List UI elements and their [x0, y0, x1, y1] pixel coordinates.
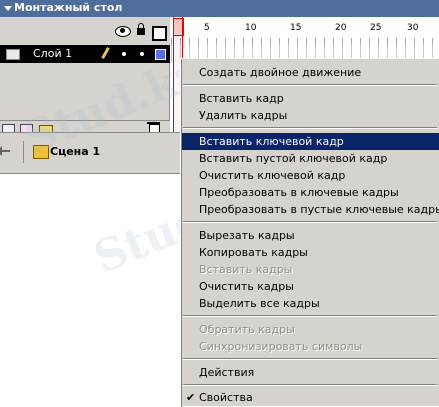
menu-item-insert-keyframe[interactable]: Вставить ключевой кадр [182, 133, 439, 150]
layer-header-row [0, 17, 170, 46]
timeline-title-bar[interactable]: Монтажный стол [0, 0, 439, 17]
menu-item-synchronize-symbols: Синхронизировать символы [199, 340, 363, 353]
menu-item-insert-frame[interactable]: Вставить кадр [182, 90, 439, 107]
scene-icon [33, 145, 49, 159]
menu-separator [183, 84, 437, 86]
layer-page-icon [6, 49, 20, 60]
menu-separator [183, 358, 437, 360]
menu-item-properties-label: Свойства [199, 391, 253, 404]
ruler-tick: 10 [245, 23, 257, 33]
ruler-tick: 15 [290, 23, 302, 33]
menu-item-remove-frames[interactable]: Удалить кадры [182, 107, 439, 124]
menu-item-convert-to-blank-keyframes[interactable]: Преобразовать в пустые ключевые кадры [182, 201, 439, 218]
visibility-dot-icon[interactable] [122, 52, 126, 56]
context-menu: Создать двойное движение Вставить кадр У… [180, 58, 439, 407]
eye-icon[interactable] [115, 26, 131, 37]
menu-item-create-motion-tween[interactable]: Создать двойное движение [182, 64, 439, 81]
menu-item-paste-frames: Вставить кадры [199, 263, 293, 276]
menu-item-actions[interactable]: Действия [182, 364, 439, 381]
menu-item-copy-frames[interactable]: Копировать кадры [182, 244, 439, 261]
layers-panel: Слой 1 [0, 17, 170, 139]
menu-item-properties[interactable]: ✔ Свойства [182, 389, 439, 406]
ruler-tick: 30 [407, 23, 419, 33]
pencil-icon [101, 47, 110, 59]
menu-item-reverse-frames: Обратить кадры [199, 323, 295, 336]
layer-row[interactable]: Слой 1 [0, 45, 170, 63]
outline-icon[interactable] [152, 26, 167, 41]
menu-item-convert-to-keyframes[interactable]: Преобразовать в ключевые кадры [182, 184, 439, 201]
lock-icon[interactable] [137, 23, 145, 35]
menu-item-insert-blank-keyframe[interactable]: Вставить пустой ключевой кадр [182, 150, 439, 167]
menu-item-cut-frames[interactable]: Вырезать кадры [182, 227, 439, 244]
menu-separator [183, 384, 437, 386]
menu-item-select-all-frames[interactable]: Выделить все кадры [182, 295, 439, 312]
menu-separator [183, 315, 437, 317]
panel-title: Монтажный стол [14, 1, 123, 14]
lock-dot-icon[interactable] [140, 52, 144, 56]
ruler-tick: 25 [370, 23, 382, 33]
ruler-tick: 5 [204, 23, 210, 33]
checkmark-icon: ✔ [186, 391, 196, 404]
menu-separator [183, 221, 437, 223]
separator [23, 141, 24, 163]
stage-area[interactable] [0, 175, 180, 406]
back-arrow-icon[interactable] [0, 146, 10, 156]
menu-item-clear-frames[interactable]: Очистить кадры [182, 278, 439, 295]
scene-label[interactable]: Сцена 1 [50, 145, 100, 158]
ruler-tick: 20 [335, 23, 347, 33]
menu-separator [183, 127, 437, 129]
layer-color-swatch[interactable] [155, 49, 166, 60]
frame-ruler[interactable]: 1 5 10 15 20 25 30 [171, 17, 439, 46]
edit-bar: Сцена 1 [0, 132, 180, 174]
menu-item-clear-keyframe[interactable]: Очистить ключевой кадр [182, 167, 439, 184]
layer-name: Слой 1 [33, 47, 73, 60]
collapse-triangle-icon[interactable] [4, 6, 12, 11]
